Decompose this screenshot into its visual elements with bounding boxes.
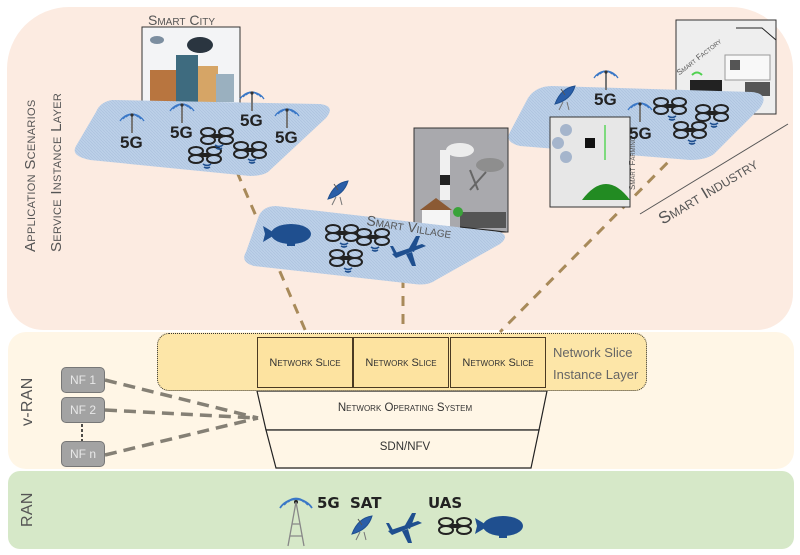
ran-plane-icon [386,513,422,543]
ran-sat-label: SAT [350,494,382,512]
smart-city-label: Smart City [148,12,216,28]
city-5g-label: 5G [240,111,263,130]
ran-drone-icon [438,517,472,535]
network-slice-3: Network Slice [450,337,546,388]
industry-5g-label: 5G [629,124,652,143]
nf-2-box: NF 2 [61,397,105,423]
network-slice-1: Network Slice [257,337,353,388]
nf-n-box: NF n [61,441,105,467]
city-5g-label: 5G [170,123,193,142]
smart-farming-label: Smart Farming [628,136,637,190]
ran-tower-icon [279,497,313,547]
network-slice-instance-layer-label: Network Slice Instance Layer [553,342,645,386]
ran-uas-label: UAS [428,494,463,512]
nf-links [104,378,259,457]
sdn-nfv-label: SDN/NFV [379,441,431,453]
network-slice-2: Network Slice [353,337,449,388]
smart-industry-scenario [508,19,789,215]
nf-1-box: NF 1 [61,367,105,393]
nsil-label-line1: Network Slice [553,345,633,360]
city-5g-label: 5G [120,133,143,152]
network-operating-system-label: Network Operating System [337,402,473,414]
diagram-art [74,19,789,547]
industry-5g-label: 5G [594,90,617,109]
nsil-label-line2: Instance Layer [553,367,639,382]
smart-city-scenario [74,26,330,176]
ran-5g-label: 5G [317,494,340,512]
city-5g-label: 5G [275,128,298,147]
ran-blimp-icon [475,516,523,538]
ran-satellite-icon [351,515,373,541]
